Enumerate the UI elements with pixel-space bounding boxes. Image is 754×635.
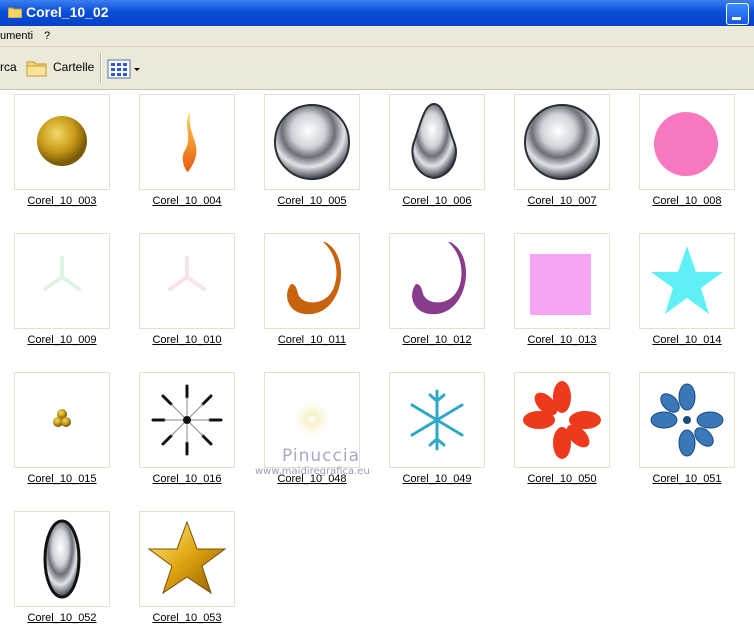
chrome-sphere-icon [524, 104, 600, 180]
gold-star-icon [147, 520, 227, 595]
search-button[interactable]: rca [0, 60, 17, 74]
file-thumbnail[interactable] [639, 233, 735, 329]
watermark-url: www.maidiregrafica.eu [255, 466, 370, 477]
file-thumbnail[interactable] [389, 372, 485, 468]
file-name[interactable]: Corel_10_013 [507, 334, 617, 346]
file-name[interactable]: Corel_10_009 [7, 334, 117, 346]
menu-item-tools[interactable]: umenti [0, 30, 33, 42]
folder-icon [8, 7, 22, 18]
folders-icon[interactable] [26, 58, 48, 78]
file-name[interactable]: Corel_10_012 [382, 334, 492, 346]
chrome-drop-icon [411, 102, 457, 180]
file-thumbnail[interactable] [514, 94, 610, 190]
file-name[interactable]: Corel_10_050 [507, 473, 617, 485]
file-name[interactable]: Corel_10_051 [632, 473, 742, 485]
file-thumbnail[interactable] [389, 233, 485, 329]
file-name[interactable]: Corel_10_052 [7, 612, 117, 624]
chrome-sphere-icon [274, 104, 350, 180]
file-name[interactable]: Corel_10_016 [132, 473, 242, 485]
faint-green-star-icon [43, 256, 81, 291]
file-name[interactable]: Corel_10_003 [7, 195, 117, 207]
views-icon[interactable] [107, 59, 141, 79]
file-thumbnail[interactable] [14, 94, 110, 190]
gold-cluster-icon [53, 409, 71, 427]
file-thumbnail[interactable] [264, 233, 360, 329]
file-view: Corel_10_003 Corel_10_004 Corel_10_005 C… [0, 90, 754, 635]
file-name[interactable]: Corel_10_007 [507, 195, 617, 207]
file-thumbnail[interactable] [14, 233, 110, 329]
file-name[interactable]: Corel_10_005 [257, 195, 367, 207]
menu-bar: umenti ? [0, 26, 754, 47]
file-name[interactable]: Corel_10_053 [132, 612, 242, 624]
minimize-button[interactable] [726, 3, 749, 25]
pink-circle-icon [654, 112, 718, 176]
file-name[interactable]: Corel_10_049 [382, 473, 492, 485]
file-thumbnail[interactable] [639, 94, 735, 190]
file-thumbnail[interactable] [139, 94, 235, 190]
file-thumbnail[interactable] [139, 372, 235, 468]
menu-item-help[interactable]: ? [44, 30, 50, 42]
file-thumbnail[interactable] [264, 94, 360, 190]
file-thumbnail[interactable] [14, 372, 110, 468]
pink-square-icon [530, 254, 591, 315]
window-title: Corel_10_02 [26, 4, 109, 20]
watermark-name: Pinuccia [282, 446, 360, 466]
faint-pink-star-icon [168, 256, 206, 291]
file-thumbnail[interactable] [139, 233, 235, 329]
black-burst-icon [151, 384, 223, 456]
red-flower-icon [523, 381, 601, 459]
chrome-ellipse-icon [43, 519, 81, 599]
file-name[interactable]: Corel_10_008 [632, 195, 742, 207]
folders-button[interactable]: Cartelle [53, 60, 94, 74]
purple-swirl-icon [412, 242, 467, 315]
toolbar-separator [100, 53, 101, 83]
file-name[interactable]: Corel_10_010 [132, 334, 242, 346]
flame-icon [182, 112, 197, 172]
title-bar[interactable]: Corel_10_02 [0, 0, 754, 26]
toolbar: rca Cartelle [0, 47, 754, 90]
file-name[interactable]: Corel_10_015 [7, 473, 117, 485]
file-thumbnail[interactable] [139, 511, 235, 607]
file-thumbnail[interactable] [389, 94, 485, 190]
gold-sphere-icon [37, 116, 87, 166]
cyan-star-icon [651, 246, 723, 314]
file-thumbnail[interactable] [514, 372, 610, 468]
file-thumbnail[interactable] [14, 511, 110, 607]
file-name[interactable]: Corel_10_014 [632, 334, 742, 346]
file-name[interactable]: Corel_10_006 [382, 195, 492, 207]
blue-paisley-icon [650, 383, 724, 457]
teal-snowflake-icon [410, 389, 464, 451]
file-name[interactable]: Corel_10_004 [132, 195, 242, 207]
file-name[interactable]: Corel_10_011 [257, 334, 367, 346]
orange-swirl-icon [287, 242, 342, 315]
file-thumbnail[interactable] [514, 233, 610, 329]
file-thumbnail[interactable] [639, 372, 735, 468]
